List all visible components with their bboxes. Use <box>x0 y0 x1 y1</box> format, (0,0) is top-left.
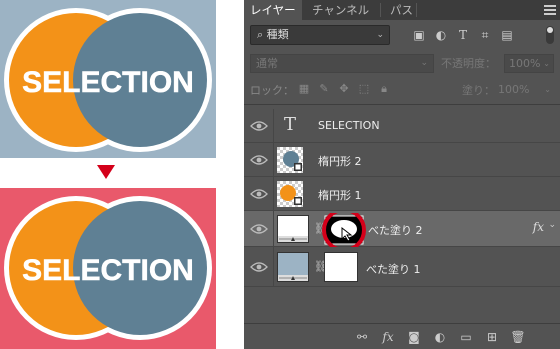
layer-name: 楕円形 1 <box>318 189 362 202</box>
layer-row-fill-2[interactable]: ⛓ べた塗り 2 fx ⌄ <box>244 211 560 247</box>
panel-bottom-toolbar: ⚯ fx ◙ ◐ ▭ ⊞ 🗑︎ <box>244 323 560 349</box>
layer-row-ellipse-2[interactable]: 楕円形 2 <box>244 143 560 177</box>
filter-kind-select[interactable]: ⌕ 種類 ⌄ <box>250 25 390 45</box>
filter-toggle[interactable] <box>546 26 554 44</box>
layers-panel: レイヤー チャンネル パス ⌕ 種類 ⌄ ▣ ◐ T ⌗ ▤ 通常 ⌄ 不透明度… <box>244 0 560 349</box>
lock-label: ロック： <box>250 84 294 97</box>
logo-text: SELECTION <box>22 254 194 287</box>
opacity-label: 不透明度： <box>441 57 496 70</box>
layer-name: SELECTION <box>318 119 380 132</box>
opacity-value: 100% <box>509 57 541 70</box>
trash-icon[interactable]: 🗑︎ <box>510 329 526 345</box>
tab-layers[interactable]: レイヤー <box>244 0 302 20</box>
type-filter-icon[interactable]: T <box>456 28 470 42</box>
layer-row-selection-text[interactable]: T SELECTION <box>244 109 560 143</box>
panel-tabbar: レイヤー チャンネル パス <box>244 0 560 20</box>
chevron-down-icon: ⌄ <box>543 59 550 68</box>
lock-all-icon[interactable]: 🔒︎ <box>378 82 390 95</box>
panel-menu-icon[interactable] <box>544 5 556 15</box>
tab-paths[interactable]: パス <box>384 0 419 20</box>
chevron-down-icon: ⌄ <box>544 85 551 94</box>
layer-mask-thumbnail[interactable] <box>322 213 366 247</box>
fx-icon[interactable]: fx <box>533 220 544 234</box>
filter-row: ⌕ 種類 ⌄ ▣ ◐ T ⌗ ▤ <box>248 24 556 48</box>
shape-filter-icon[interactable]: ⌗ <box>478 28 492 42</box>
eye-icon[interactable] <box>250 152 268 168</box>
layer-name: べた塗り 2 <box>368 224 423 237</box>
layer-mask-thumbnail[interactable] <box>324 252 358 282</box>
chevron-down-icon: ⌄ <box>376 30 384 40</box>
chevron-down-icon[interactable]: ⌄ <box>548 220 556 230</box>
fill-thumbnail <box>277 252 309 282</box>
logo-text: SELECTION <box>22 66 194 99</box>
eye-icon[interactable] <box>250 118 268 134</box>
text-layer-icon: T <box>284 114 297 135</box>
fill-value: 100% <box>498 83 530 96</box>
layer-thumbnail <box>277 147 303 173</box>
link-layers-icon[interactable]: ⚯ <box>354 329 370 345</box>
eye-icon[interactable] <box>250 186 268 202</box>
lock-position-icon[interactable]: ✥ <box>338 82 350 95</box>
search-icon: ⌕ <box>257 28 267 41</box>
add-mask-icon[interactable]: ◙ <box>406 329 422 345</box>
pixel-filter-icon[interactable]: ▣ <box>412 28 426 42</box>
eye-icon[interactable] <box>250 259 268 275</box>
logo-graphic-before: SELECTION <box>4 8 212 152</box>
filter-kind-label: 種類 <box>266 28 289 41</box>
down-arrow-icon <box>97 165 115 179</box>
tab-channels[interactable]: チャンネル <box>306 0 375 20</box>
new-layer-icon[interactable]: ⊞ <box>484 329 500 345</box>
eye-icon[interactable] <box>250 221 268 237</box>
layer-row-ellipse-1[interactable]: 楕円形 1 <box>244 177 560 211</box>
new-adjustment-icon[interactable]: ◐ <box>432 329 448 345</box>
chevron-down-icon: ⌄ <box>420 58 428 68</box>
layer-row-fill-1[interactable]: ⛓ べた塗り 1 <box>244 247 560 287</box>
add-style-icon[interactable]: fx <box>380 329 396 345</box>
layer-name: 楕円形 2 <box>318 155 362 168</box>
artwork-after: SELECTION <box>0 188 216 349</box>
lock-transparent-icon[interactable]: ▦ <box>298 82 310 95</box>
artwork-before: SELECTION <box>0 0 216 158</box>
adjustment-filter-icon[interactable]: ◐ <box>434 28 448 42</box>
layer-thumbnail <box>277 181 303 207</box>
blend-mode-select[interactable]: 通常 ⌄ <box>250 54 434 73</box>
logo-graphic-after: SELECTION <box>4 196 212 340</box>
blend-row: 通常 ⌄ 不透明度： 100% ⌄ <box>248 52 556 74</box>
lock-row: ロック： ▦ ✎ ✥ ⬚ 🔒︎ 塗り： 100% ⌄ <box>248 79 556 101</box>
opacity-field[interactable]: 100% ⌄ <box>504 54 554 73</box>
blend-mode-label: 通常 <box>256 57 278 70</box>
lock-image-icon[interactable]: ✎ <box>318 82 330 95</box>
fill-field[interactable]: 100% ⌄ <box>494 81 554 100</box>
lock-artboard-icon[interactable]: ⬚ <box>358 82 370 95</box>
new-group-icon[interactable]: ▭ <box>458 329 474 345</box>
layer-name: べた塗り 1 <box>366 263 421 276</box>
fill-thumbnail <box>277 215 309 243</box>
fill-label: 塗り： <box>462 84 495 97</box>
smart-object-filter-icon[interactable]: ▤ <box>500 28 514 42</box>
